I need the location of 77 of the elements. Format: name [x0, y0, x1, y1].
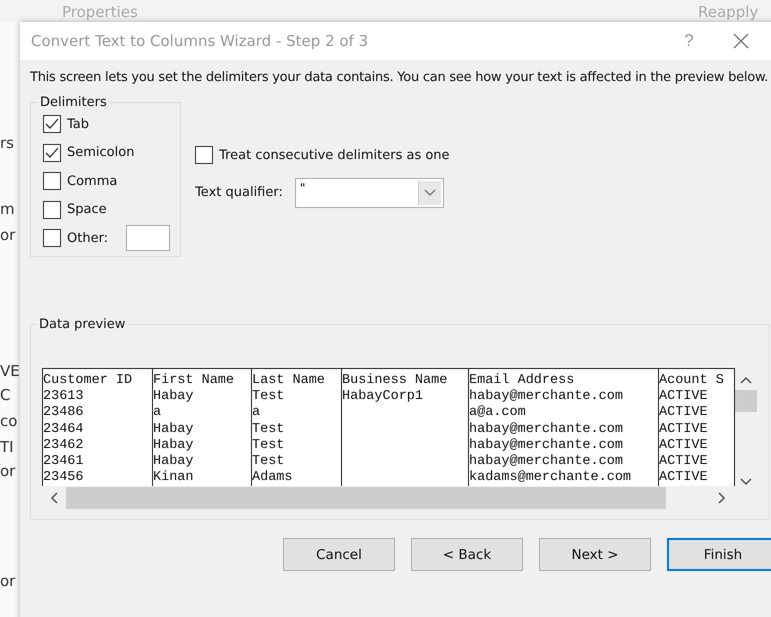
checkbox-label[interactable]: Semicolon — [67, 145, 134, 160]
table-cell-text: Customer ID — [43, 373, 134, 390]
table-cell-text: First Name — [153, 373, 236, 389]
table-cell-text: a — [153, 405, 162, 422]
checkbox-label[interactable]: Tab — [67, 116, 90, 132]
sheet-cell-text: co — [0, 412, 18, 430]
table-cell-text: Business Name — [342, 373, 448, 389]
table-cell-text: Acount S — [659, 373, 725, 390]
table-cell-text: 23464 — [43, 422, 85, 438]
table-cell-text: habay@merchante.com — [469, 389, 624, 405]
table-cell-text: 23486 — [43, 405, 85, 422]
group-title: Delimiters — [39, 95, 108, 110]
table-cell-text: Test — [252, 438, 286, 454]
table-cell-text: Kinan — [153, 470, 195, 486]
checkbox-label[interactable]: Other: — [67, 230, 108, 246]
checkbox[interactable] — [43, 200, 61, 219]
table-cell-text: ACTIVE — [659, 405, 709, 422]
table-cell-text: a@a.com — [469, 405, 527, 422]
sheet-cell-text: or — [0, 462, 16, 480]
table-cell-text: 23613 — [43, 389, 85, 406]
checkbox[interactable] — [43, 229, 61, 248]
close-icon — [733, 33, 749, 49]
checkbox[interactable] — [43, 115, 61, 134]
scroll-down-icon[interactable] — [740, 478, 752, 486]
table-cell-text: ACTIVE — [659, 470, 709, 486]
table-cell-text: Test — [252, 389, 286, 406]
description-text: This screen lets you set the delimiters your data contains. You can see how your text is affected in the preview below. — [30, 70, 770, 85]
table-cell-text: HabayCorp1 — [342, 389, 424, 406]
table-cell-text: habay@merchante.com — [469, 438, 624, 454]
sheet-cell-text: rs — [0, 134, 14, 152]
table-cell-text: habay@merchante.com — [469, 422, 624, 438]
window-title: Convert Text to Columns Wizard - Step 2 of 3 — [31, 32, 370, 50]
table-cell-text: Adams — [252, 470, 294, 486]
dialog-button[interactable]: Cancel — [283, 538, 395, 571]
scroll-up-icon[interactable] — [740, 376, 752, 384]
group-title: Data preview — [38, 317, 126, 332]
table-cell-text: Habay — [153, 422, 195, 438]
dialog-button[interactable]: Finish — [667, 538, 771, 571]
other-input-field[interactable] — [126, 225, 170, 252]
table-cell-text: ACTIVE — [659, 438, 709, 454]
sheet-cell-text: m — [0, 200, 15, 218]
table-cell-text: kadams@merchante.com — [469, 470, 632, 486]
table-cell-text: ACTIVE — [659, 389, 709, 406]
checkbox-label[interactable]: Comma — [67, 174, 118, 189]
scroll-thumb[interactable] — [735, 390, 757, 412]
table-cell-text: Email Address — [469, 373, 576, 389]
table-cell-text: 23462 — [43, 438, 85, 454]
sheet-cell-text: TI — [0, 438, 14, 456]
dialog-button[interactable]: Next > — [539, 538, 651, 571]
table-cell-text: Test — [252, 422, 286, 438]
sheet-cell-text: or — [0, 572, 16, 590]
table-cell-text: Test — [252, 454, 286, 470]
sheet-cell-text: VE — [0, 362, 20, 380]
scroll-left-icon[interactable] — [50, 492, 58, 504]
checkbox[interactable] — [195, 146, 214, 164]
table-cell-text: 23456 — [43, 470, 85, 486]
scroll-thumb[interactable] — [66, 487, 666, 509]
table-cell-text: a — [252, 405, 262, 422]
table-cell-text: 23461 — [43, 454, 85, 470]
table-cell-text: habay@merchante.com — [469, 454, 624, 470]
chevron-down-icon — [424, 188, 436, 196]
checkbox-label[interactable]: Space — [67, 202, 107, 218]
table-cell-text: Habay — [153, 438, 195, 454]
checkbox[interactable] — [43, 144, 61, 162]
text-qualifier-dropdown[interactable]: " — [294, 178, 444, 208]
checkbox[interactable] — [43, 172, 61, 190]
sheet-cell-text: or — [0, 226, 16, 244]
table-cell-text: ACTIVE — [659, 422, 709, 438]
scroll-right-icon[interactable] — [718, 492, 726, 504]
text-qualifier-label: Text qualifier: — [195, 185, 283, 200]
table-cell-text: ACTIVE — [659, 454, 709, 470]
dialog-button[interactable]: < Back — [411, 538, 523, 571]
checkbox-label[interactable]: Treat consecutive delimiters as one — [219, 148, 450, 163]
table-cell-text: Habay — [153, 389, 195, 406]
table-cell-text: Last Name — [252, 373, 326, 390]
sheet-cell-text: C — [0, 386, 10, 404]
table-cell-text: Habay — [153, 454, 195, 470]
